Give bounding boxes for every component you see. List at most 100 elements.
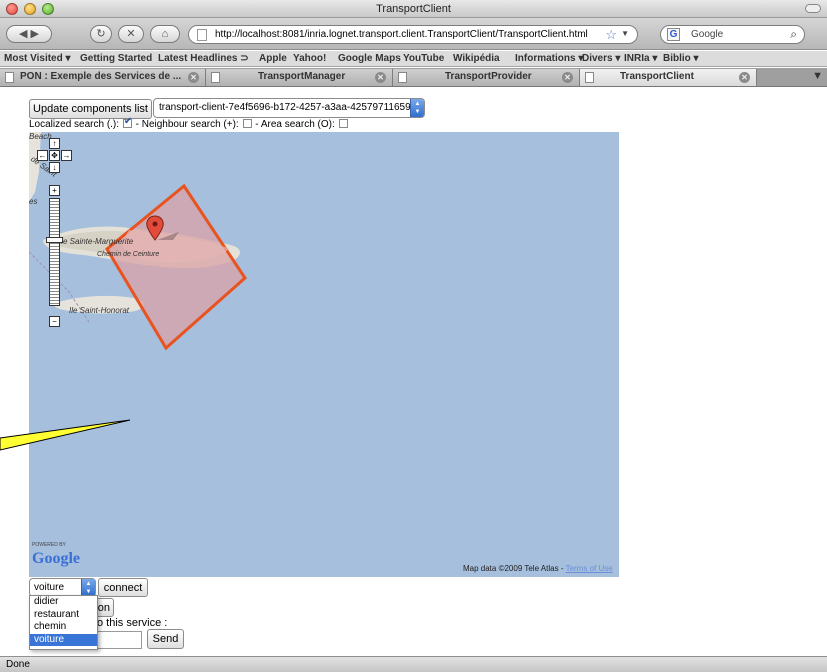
stop-icon: ✕ bbox=[126, 28, 136, 40]
bookmark-latest-headlines[interactable]: Latest Headlines ⊃ bbox=[158, 53, 249, 64]
bookmark-inria[interactable]: INRIa ▾ bbox=[624, 53, 657, 64]
home-icon: ⌂ bbox=[161, 28, 169, 40]
place-label: Ile Sainte-Marguerite bbox=[59, 237, 134, 246]
send-button[interactable]: Send bbox=[147, 629, 184, 649]
bookmark-divers[interactable]: Divers ▾ bbox=[582, 53, 620, 64]
service-select-value: voiture bbox=[34, 582, 65, 593]
page-content: Update components list transport-client-… bbox=[0, 88, 827, 656]
tab-transport-manager[interactable]: TransportManager ✕ bbox=[206, 69, 393, 86]
search-input[interactable]: Google bbox=[691, 29, 723, 40]
map-canvas bbox=[29, 132, 247, 351]
select-arrows-icon: ▲ ▼ bbox=[81, 579, 95, 596]
connect-button[interactable]: connect bbox=[98, 578, 148, 597]
zoom-in-button[interactable]: + bbox=[49, 185, 60, 196]
back-icon[interactable]: ◀ bbox=[19, 28, 27, 40]
tab-label: TransportClient bbox=[620, 71, 694, 82]
tab-bar: PON : Exemple des Services de ... ✕ Tran… bbox=[0, 68, 827, 87]
component-select[interactable]: transport-client-7e4f5696-b172-4257-a3aa… bbox=[153, 98, 425, 118]
pan-left-button[interactable]: ← bbox=[37, 150, 48, 161]
google-logo[interactable]: Google bbox=[32, 550, 80, 568]
powered-by-label: POWERED BY bbox=[32, 542, 66, 548]
reload-icon: ↻ bbox=[96, 28, 106, 40]
close-tab-icon[interactable]: ✕ bbox=[562, 72, 573, 83]
update-components-button[interactable]: Update components list bbox=[29, 99, 152, 119]
close-tab-icon[interactable]: ✕ bbox=[739, 72, 750, 83]
map[interactable]: Ile Sainte-Marguerite Chemin de Ceinture… bbox=[29, 132, 619, 577]
bookmark-google-maps[interactable]: Google Maps bbox=[338, 53, 401, 64]
service-option-voiture[interactable]: voiture bbox=[30, 633, 97, 646]
bookmarks-toolbar: Most Visited ▾ Getting Started Latest He… bbox=[0, 51, 827, 67]
bookmark-apple[interactable]: Apple bbox=[259, 53, 287, 64]
status-text: Done bbox=[6, 659, 30, 670]
search-icon[interactable]: ⌕ bbox=[790, 27, 797, 42]
terms-of-use-link[interactable]: Terms of Use bbox=[566, 564, 613, 573]
pan-right-button[interactable]: → bbox=[61, 150, 72, 161]
url-history-dropdown-icon[interactable]: ▼ bbox=[621, 29, 629, 38]
close-tab-icon[interactable]: ✕ bbox=[188, 72, 199, 83]
pan-up-button[interactable]: ↑ bbox=[49, 138, 60, 149]
navigation-toolbar: ◀ ▶ ↻ ✕ ⌂ http://localhost:8081/inria.lo… bbox=[0, 18, 827, 50]
home-button[interactable]: ⌂ bbox=[150, 25, 180, 43]
callout-arrow-shape bbox=[0, 419, 131, 451]
area-search-checkbox[interactable] bbox=[338, 119, 348, 128]
place-label: Chemin de Ceinture bbox=[97, 251, 160, 258]
bookmark-most-visited[interactable]: Most Visited ▾ bbox=[4, 53, 71, 64]
search-options: Localized search (.): - Neighbour search… bbox=[29, 116, 349, 130]
tab-transport-client[interactable]: TransportClient ✕ bbox=[580, 69, 757, 86]
bookmark-youtube[interactable]: YouTube bbox=[403, 53, 444, 64]
localized-search-checkbox[interactable] bbox=[122, 116, 132, 128]
page-icon bbox=[585, 72, 594, 83]
select-arrows-icon: ▲ ▼ bbox=[410, 99, 424, 117]
component-select-value: transport-client-7e4f5696-b172-4257-a3aa… bbox=[159, 102, 417, 113]
tab-pon[interactable]: PON : Exemple des Services de ... ✕ bbox=[0, 69, 206, 86]
google-logo-text: Google bbox=[32, 550, 80, 567]
service-dropdown-list[interactable]: didier restaurant chemin voiture bbox=[29, 595, 98, 650]
zoom-slider-handle[interactable] bbox=[46, 237, 63, 243]
map-copyright: Map data ©2009 Tele Atlas - Terms of Use bbox=[463, 564, 613, 573]
localized-search-label: Localized search (.): bbox=[29, 119, 120, 130]
back-forward-buttons[interactable]: ◀ ▶ bbox=[6, 25, 52, 43]
tab-transport-provider[interactable]: TransportProvider ✕ bbox=[393, 69, 580, 86]
place-label: es bbox=[29, 197, 38, 206]
page-icon bbox=[211, 72, 220, 83]
service-option-chemin[interactable]: chemin bbox=[30, 621, 97, 634]
message-label: o this service : bbox=[97, 617, 168, 629]
bookmark-yahoo[interactable]: Yahoo! bbox=[293, 53, 326, 64]
copyright-text: Map data ©2009 Tele Atlas - bbox=[463, 564, 566, 573]
bookmark-biblio[interactable]: Biblio ▾ bbox=[663, 53, 699, 64]
zoom-out-button[interactable]: − bbox=[49, 316, 60, 327]
tab-label: PON : Exemple des Services de ... bbox=[20, 71, 182, 82]
place-label: Ile Saint-Honorat bbox=[69, 306, 130, 315]
zoom-slider[interactable] bbox=[49, 198, 60, 306]
service-option-didier[interactable]: didier bbox=[30, 596, 97, 609]
neighbour-search-label: - Neighbour search (+): bbox=[135, 119, 239, 130]
service-option-restaurant[interactable]: restaurant bbox=[30, 609, 97, 622]
search-area-polygon[interactable] bbox=[105, 183, 247, 351]
search-box[interactable]: G Google ⌕ bbox=[660, 25, 805, 44]
neighbour-search-checkbox[interactable] bbox=[242, 119, 252, 128]
bookmark-informations[interactable]: Informations ▾ bbox=[515, 53, 583, 64]
page-icon bbox=[398, 72, 407, 83]
close-tab-icon[interactable]: ✕ bbox=[375, 72, 386, 83]
pan-down-button[interactable]: ↓ bbox=[49, 162, 60, 173]
page-icon bbox=[5, 72, 14, 83]
google-search-engine-icon[interactable]: G bbox=[667, 28, 680, 41]
toolbar-toggle-button[interactable] bbox=[805, 4, 821, 13]
forward-icon[interactable]: ▶ bbox=[31, 28, 39, 40]
status-bar: Done bbox=[0, 656, 827, 672]
stop-button[interactable]: ✕ bbox=[118, 25, 144, 43]
address-bar[interactable]: http://localhost:8081/inria.lognet.trans… bbox=[188, 25, 638, 44]
bookmark-wikipedia[interactable]: Wikipédia bbox=[453, 53, 500, 64]
pan-center-button[interactable]: ✥ bbox=[49, 150, 60, 161]
reload-button[interactable]: ↻ bbox=[90, 25, 112, 43]
window-title: TransportClient bbox=[376, 3, 451, 15]
window-titlebar: TransportClient bbox=[0, 0, 827, 18]
tab-list-icon[interactable]: ▼ bbox=[812, 70, 823, 82]
bookmark-getting-started[interactable]: Getting Started bbox=[80, 53, 152, 64]
page-icon bbox=[197, 29, 207, 41]
url-text[interactable]: http://localhost:8081/inria.lognet.trans… bbox=[215, 29, 588, 40]
tab-label: TransportProvider bbox=[445, 71, 532, 82]
tab-label: TransportManager bbox=[258, 71, 346, 82]
bookmark-star-icon[interactable]: ☆ bbox=[605, 27, 617, 43]
area-search-label: - Area search (O): bbox=[255, 119, 335, 130]
